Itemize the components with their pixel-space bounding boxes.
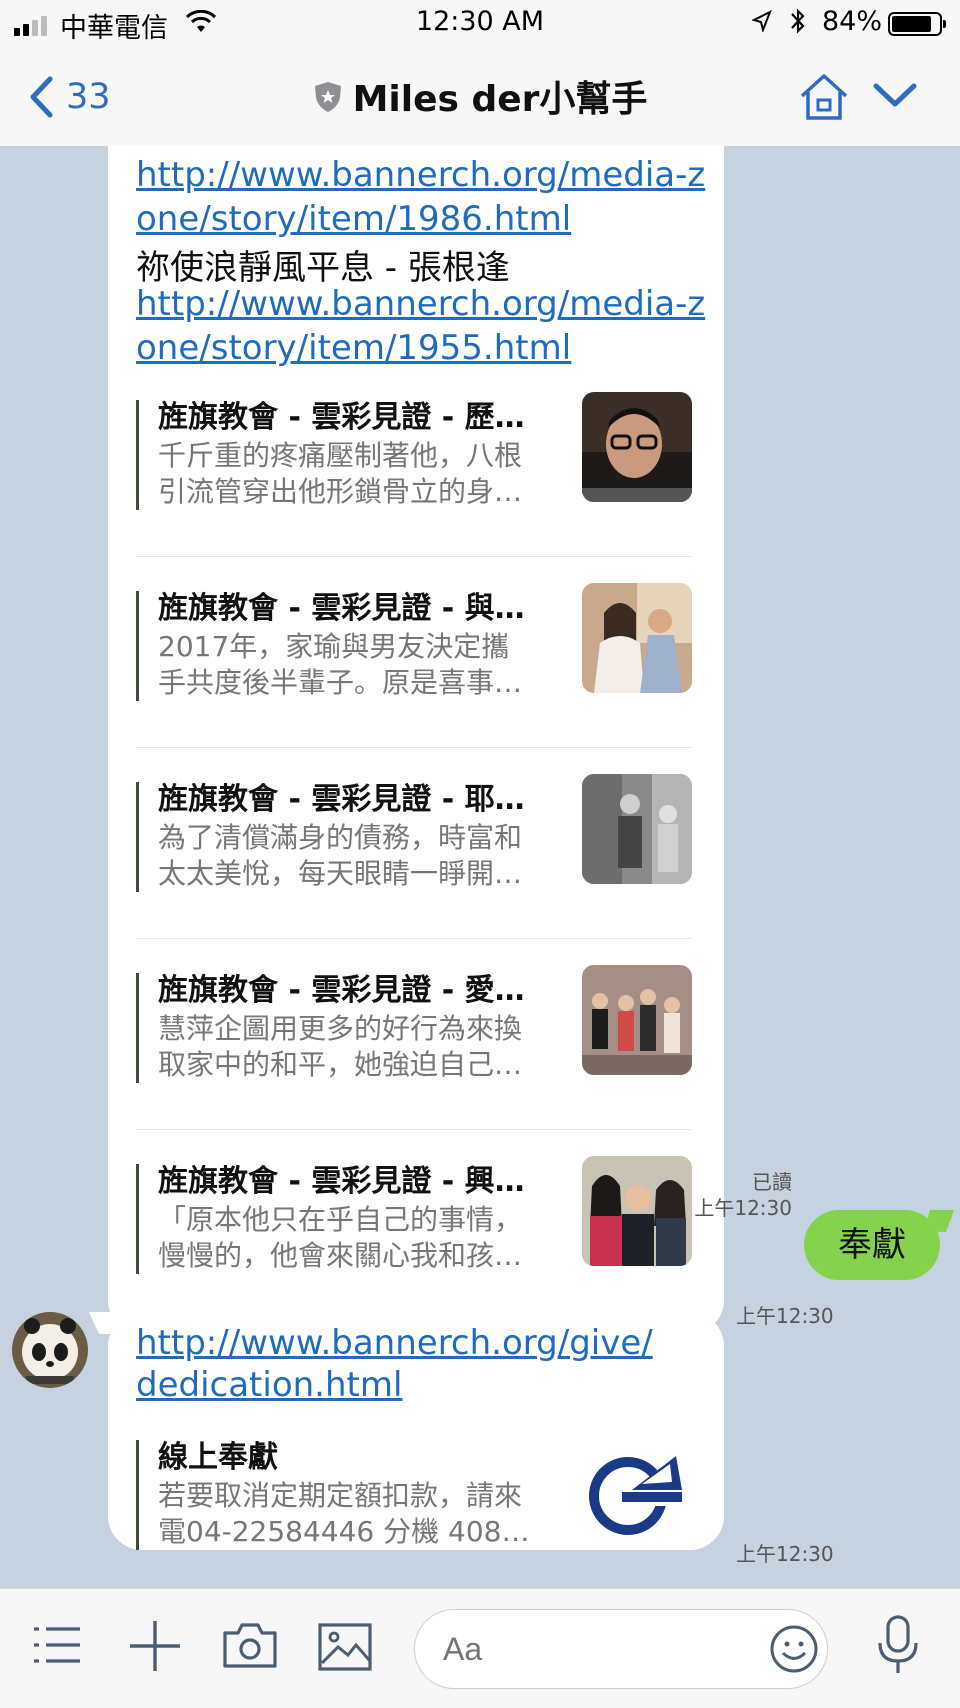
link-preview-card[interactable]: 旌旗教會 - 雲彩見證 - 耶… 為了清償滿身的債務，時富和 太太美悅，每天眼睛一… [136, 774, 692, 914]
card-thumbnail [582, 583, 692, 693]
card-description: 千斤重的疼痛壓制著他，八根 引流管穿出他形鎖骨立的身… [158, 439, 523, 508]
message-input-box[interactable] [414, 1609, 828, 1689]
smile-icon [770, 1625, 818, 1673]
dropdown-button[interactable] [872, 80, 918, 114]
bubble-tail [921, 1210, 955, 1232]
chevron-down-icon [873, 83, 917, 107]
card-divider [136, 1129, 692, 1130]
bluetooth-icon [788, 6, 808, 43]
read-receipt: 已讀 [752, 1170, 792, 1194]
message-input[interactable] [441, 1624, 725, 1674]
link-preview-card[interactable]: 旌旗教會 - 雲彩見證 - 與… 2017年，家瑜與男友決定攜 手共度後半輩子。原… [136, 583, 692, 723]
input-bar [0, 1588, 960, 1708]
message-timestamp: 上午12:30 [736, 1304, 834, 1328]
card-title: 旌旗教會 - 雲彩見證 - 歷… [158, 400, 525, 435]
received-message-bubble: http://www.bannerch.org/media-zone/story… [108, 146, 724, 1334]
message-timestamp: 上午12:30 [736, 1542, 834, 1566]
home-icon [800, 74, 848, 120]
story-link-1986[interactable]: http://www.bannerch.org/media-zone/story… [136, 153, 706, 241]
card-title: 線上奉獻 [158, 1440, 278, 1475]
card-description: 慧萍企圖用更多的好行為來換 取家中的和平，她強迫自己… [158, 1012, 523, 1081]
battery-icon [888, 12, 946, 36]
link-preview-card[interactable]: 旌旗教會 - 雲彩見證 - 興… 「原本他只在乎自己的事情， 慢慢的，他會來關心我… [136, 1156, 692, 1296]
chat-area[interactable]: http://www.bannerch.org/media-zone/story… [0, 146, 960, 1587]
chat-header: 33 Miles der小幫手 [0, 48, 960, 147]
card-accent-bar [136, 1440, 139, 1550]
card-accent-bar [136, 400, 139, 510]
microphone-icon [878, 1615, 918, 1673]
camera-button[interactable] [222, 1621, 278, 1673]
card-divider [136, 747, 692, 748]
status-bar: 中華電信 12:30 AM 84% [0, 0, 960, 48]
card-title: 旌旗教會 - 雲彩見證 - 耶… [158, 782, 525, 817]
location-arrow-icon [751, 9, 772, 38]
battery-percentage: 84% [822, 6, 883, 37]
link-preview-card[interactable]: 旌旗教會 - 雲彩見證 - 愛… 慧萍企圖用更多的好行為來換 取家中的和平，她強迫… [136, 965, 692, 1105]
card-title: 旌旗教會 - 雲彩見證 - 愛… [158, 973, 525, 1008]
card-description: 2017年，家瑜與男友決定攜 手共度後半輩子。原是喜事… [158, 630, 523, 699]
plus-button[interactable] [128, 1619, 182, 1677]
voice-button[interactable] [876, 1615, 920, 1679]
banner-church-logo [582, 1432, 692, 1542]
card-thumbnail [582, 774, 692, 884]
card-accent-bar [136, 1164, 139, 1274]
image-button[interactable] [318, 1623, 372, 1675]
menu-button[interactable] [34, 1623, 82, 1671]
clock: 12:30 AM [415, 6, 545, 37]
story-link-1955[interactable]: http://www.bannerch.org/media-zone/story… [136, 282, 706, 370]
emoji-button[interactable] [769, 1624, 819, 1678]
card-thumbnail [582, 392, 692, 502]
card-divider [136, 556, 692, 557]
home-button[interactable] [798, 72, 850, 126]
image-icon [318, 1623, 372, 1671]
message-timestamp: 上午12:30 [694, 1196, 792, 1220]
card-title: 旌旗教會 - 雲彩見證 - 興… [158, 1164, 525, 1199]
dedication-link[interactable]: http://www.bannerch.org/give/dedication.… [136, 1322, 696, 1406]
plus-icon [130, 1621, 180, 1671]
sent-message-text: 奉獻 [838, 1225, 906, 1265]
card-accent-bar [136, 591, 139, 701]
sent-message-bubble: 奉獻 [804, 1210, 955, 1280]
chat-title-text: Miles der小幫手 [352, 79, 648, 120]
avatar[interactable] [12, 1312, 88, 1388]
received-message-bubble: http://www.bannerch.org/give/dedication.… [88, 1312, 724, 1550]
shield-icon [313, 80, 343, 123]
card-title: 旌旗教會 - 雲彩見證 - 與… [158, 591, 525, 626]
card-divider [136, 938, 692, 939]
card-description: 為了清償滿身的債務，時富和 太太美悅，每天眼睛一睜開… [158, 821, 523, 890]
camera-icon [223, 1623, 277, 1668]
menu-icon [34, 1627, 80, 1663]
card-description: 「原本他只在乎自己的事情， 慢慢的，他會來關心我和孩… [158, 1203, 523, 1272]
card-accent-bar [136, 782, 139, 892]
card-accent-bar [136, 973, 139, 1083]
card-thumbnail [582, 965, 692, 1075]
link-preview-card[interactable]: 線上奉獻 若要取消定期定額扣款，請來 電04-22584446 分機 408… [136, 1432, 692, 1572]
link-preview-card[interactable]: 旌旗教會 - 雲彩見證 - 歷… 千斤重的疼痛壓制著他，八根 引流管穿出他形鎖骨立… [136, 392, 692, 532]
card-description: 若要取消定期定額扣款，請來 電04-22584446 分機 408… [158, 1479, 530, 1548]
